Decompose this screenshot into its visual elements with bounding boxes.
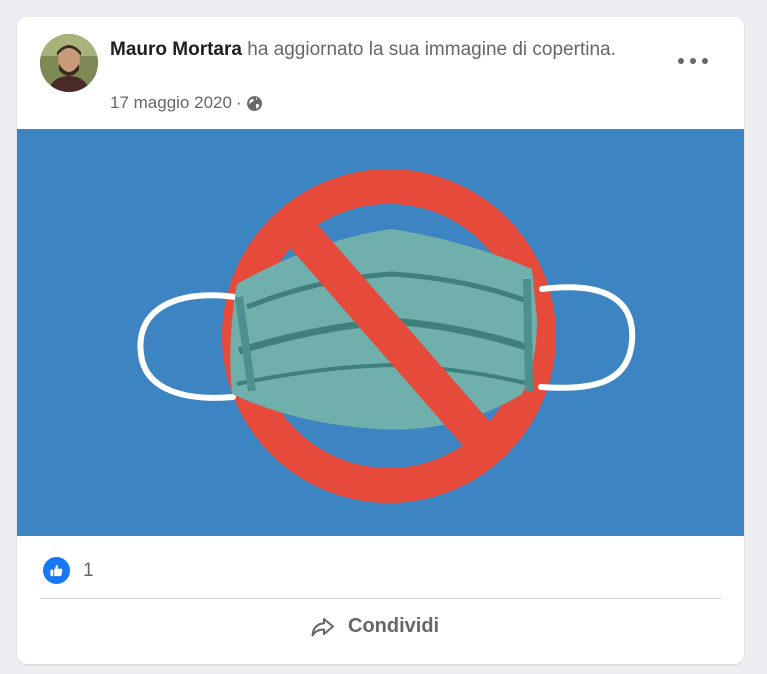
like-icon (43, 557, 70, 584)
post-date[interactable]: 17 maggio 2020 (110, 93, 232, 113)
post-action-text: ha aggiornato la sua immagine di coperti… (241, 39, 616, 60)
author-name[interactable]: Mauro Mortara (110, 39, 242, 60)
meta-separator: · (235, 93, 242, 112)
no-mask-illustration (17, 129, 744, 536)
more-dot (702, 58, 708, 64)
share-arrow-icon (311, 617, 334, 636)
reactions-summary[interactable]: 1 (43, 557, 94, 584)
post-headline: Mauro Mortara ha aggiornato la sua immag… (110, 36, 640, 63)
avatar-image (40, 34, 98, 92)
avatar[interactable] (40, 34, 98, 92)
share-button[interactable]: Condividi (310, 615, 439, 638)
post-card: Mauro Mortara ha aggiornato la sua immag… (17, 17, 744, 664)
divider (40, 598, 721, 599)
more-dot (678, 58, 684, 64)
cover-image[interactable] (17, 129, 744, 536)
more-dot (690, 58, 696, 64)
globe-icon (246, 95, 262, 111)
post-meta: 17 maggio 2020 · (110, 93, 263, 113)
reaction-count: 1 (83, 559, 94, 581)
share-label: Condividi (348, 615, 440, 637)
more-options-icon[interactable] (678, 53, 708, 69)
post-header: Mauro Mortara ha aggiornato la sua immag… (17, 17, 744, 129)
